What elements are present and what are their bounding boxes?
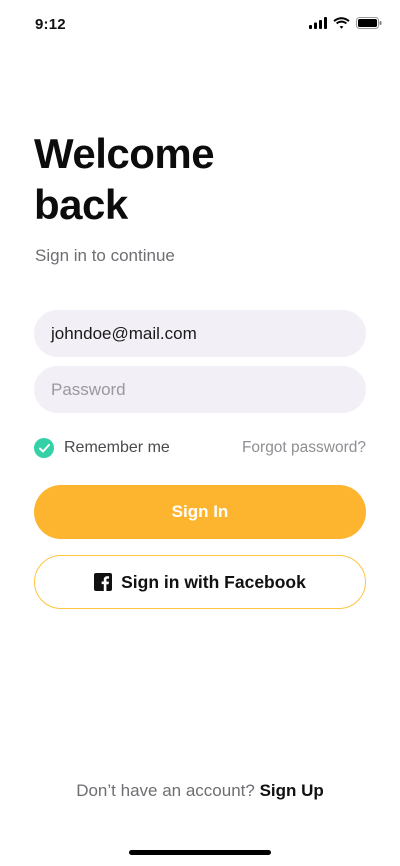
page-subtitle: Sign in to continue <box>35 246 175 265</box>
wifi-icon <box>333 17 350 29</box>
email-value: johndoe@mail.com <box>51 323 197 343</box>
facebook-sign-in-button[interactable]: Sign in with Facebook <box>34 555 366 609</box>
signup-prompt: Don’t have an account? Sign Up <box>0 781 400 801</box>
page-title: Welcome back <box>34 128 334 230</box>
status-icons <box>309 17 382 29</box>
title-line-1: Welcome <box>34 130 215 177</box>
password-field[interactable]: Password <box>34 366 366 413</box>
title-line-2: back <box>34 181 128 228</box>
facebook-icon <box>94 573 113 591</box>
sign-in-button[interactable]: Sign In <box>34 485 366 539</box>
remember-me-toggle[interactable]: Remember me <box>34 438 170 458</box>
status-time: 9:12 <box>35 16 66 33</box>
sign-up-link[interactable]: Sign Up <box>260 781 324 800</box>
forgot-password-link[interactable]: Forgot password? <box>242 439 366 457</box>
signal-icon <box>309 17 327 29</box>
email-field[interactable]: johndoe@mail.com <box>34 310 366 357</box>
sign-in-label: Sign In <box>171 502 229 521</box>
battery-icon <box>356 17 382 29</box>
remember-me-label: Remember me <box>64 439 170 456</box>
home-indicator[interactable] <box>129 850 271 855</box>
check-icon[interactable] <box>34 438 54 458</box>
password-placeholder: Password <box>51 379 126 399</box>
status-bar: 9:12 <box>0 0 400 48</box>
signup-prompt-text: Don’t have an account? <box>76 781 255 800</box>
facebook-sign-in-label: Sign in with Facebook <box>121 571 306 592</box>
